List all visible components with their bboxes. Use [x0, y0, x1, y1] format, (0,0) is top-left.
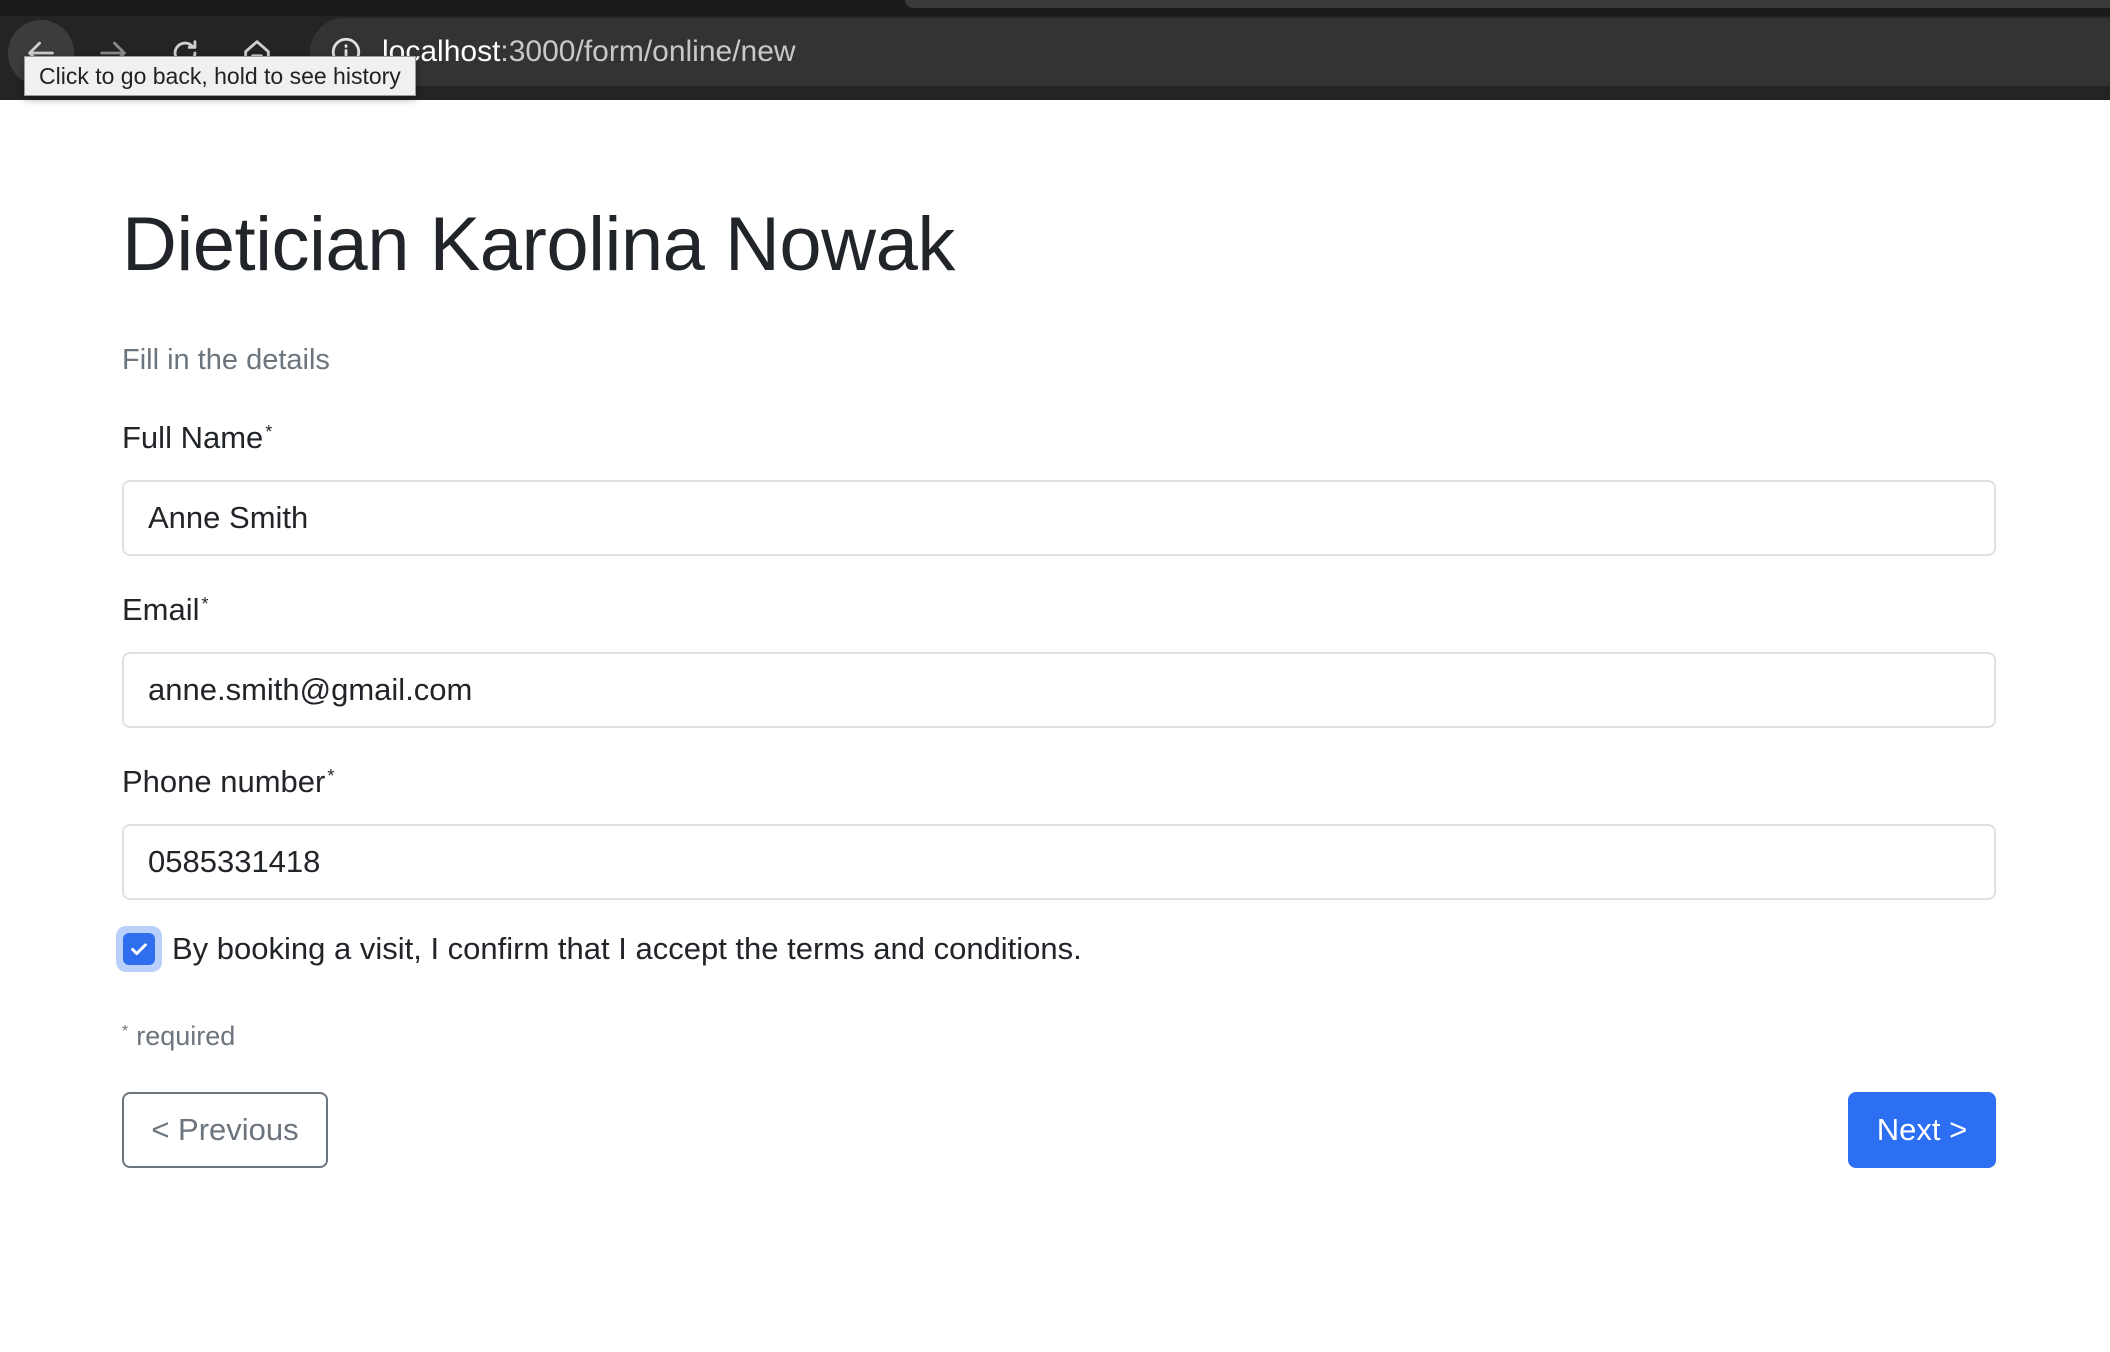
phone-label-text: Phone number — [122, 764, 326, 799]
required-mark: * — [265, 422, 273, 442]
required-mark: * — [201, 594, 209, 614]
next-button[interactable]: Next > — [1848, 1092, 1996, 1168]
full-name-label-text: Full Name — [122, 420, 264, 455]
required-note-text: required — [136, 1021, 236, 1051]
terms-checkbox[interactable] — [116, 926, 162, 972]
page-subtitle: Fill in the details — [122, 344, 330, 376]
checkmark-icon — [131, 943, 147, 956]
page-title: Dietician Karolina Nowak — [122, 202, 955, 287]
tab-strip-edge — [905, 0, 2110, 8]
required-mark: * — [327, 766, 335, 786]
terms-label[interactable]: By booking a visit, I confirm that I acc… — [172, 929, 1082, 969]
terms-row: By booking a visit, I confirm that I acc… — [116, 926, 1082, 972]
browser-toolbar: localhost:3000/form/online/new Click to … — [0, 0, 2110, 100]
email-label-text: Email — [122, 592, 200, 627]
email-input[interactable] — [122, 652, 1996, 728]
full-name-input[interactable] — [122, 480, 1996, 556]
checkbox-checked — [123, 933, 155, 965]
previous-button[interactable]: < Previous — [122, 1092, 328, 1168]
url-text[interactable]: localhost:3000/form/online/new — [382, 32, 796, 72]
back-button-tooltip: Click to go back, hold to see history — [24, 56, 416, 96]
required-note-mark: * — [122, 1023, 129, 1040]
required-note: * required — [122, 1018, 235, 1054]
url-path: :3000/form/online/new — [500, 35, 796, 68]
email-label: Email * — [122, 590, 209, 630]
phone-label: Phone number * — [122, 762, 334, 802]
full-name-label: Full Name * — [122, 418, 272, 458]
phone-input[interactable] — [122, 824, 1996, 900]
